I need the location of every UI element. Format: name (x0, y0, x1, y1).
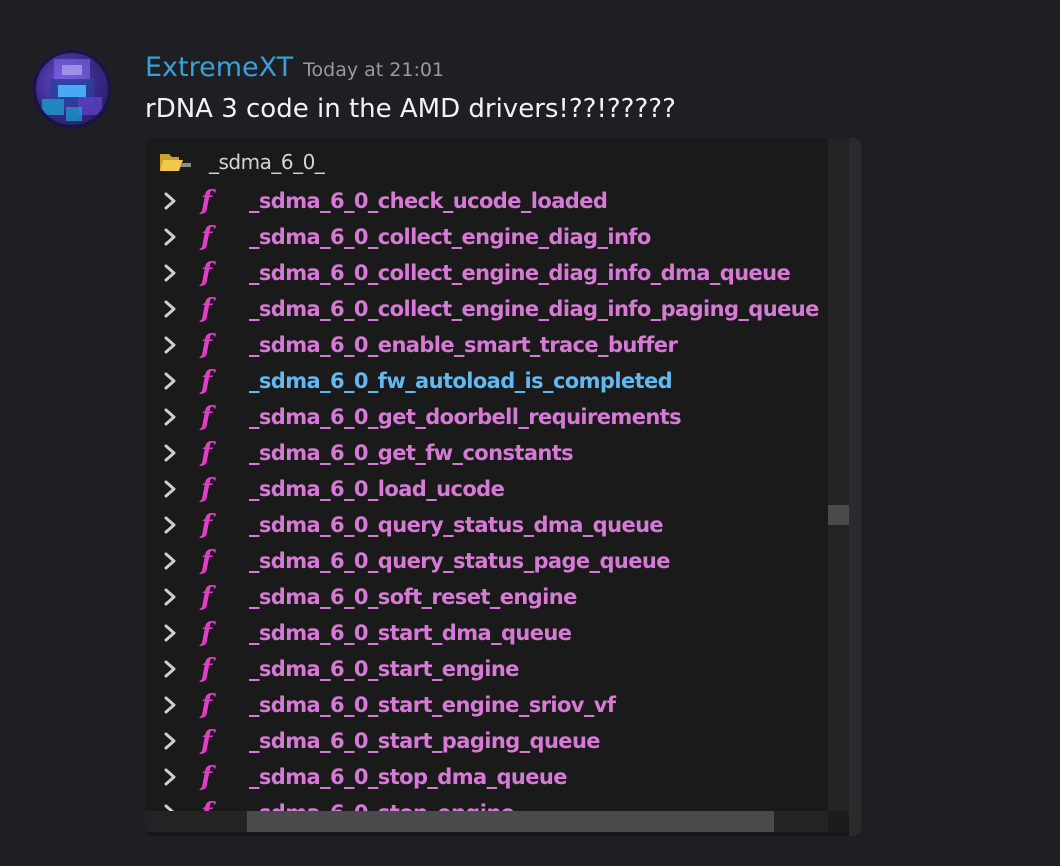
function-tree: _sdma_6_0_ f _sdma_6_0_check_ucode_loaded… (145, 138, 828, 811)
message-header: ExtremeXT Today at 21:01 (145, 52, 444, 88)
clipped-row (145, 138, 828, 142)
folder-label: _sdma_6_0_ (209, 150, 325, 174)
chevron-right-icon[interactable] (162, 514, 180, 536)
chevron-right-icon[interactable] (162, 730, 180, 752)
message-text: rDNA 3 code in the AMD drivers!??!????? (145, 94, 676, 124)
username[interactable]: ExtremeXT (145, 52, 293, 83)
tree-row[interactable]: f _sdma_6_0_collect_engine_diag_info (145, 219, 828, 255)
tree-row[interactable]: f _sdma_6_0_start_paging_queue (145, 723, 828, 759)
image-attachment[interactable]: _sdma_6_0_ f _sdma_6_0_check_ucode_loaded… (145, 138, 861, 836)
function-name[interactable]: _sdma_6_0_get_fw_constants (249, 435, 574, 471)
chevron-right-icon[interactable] (162, 658, 180, 680)
chevron-right-icon[interactable] (162, 334, 180, 356)
tree-row[interactable]: f _sdma_6_0_start_engine_sriov_vf (145, 687, 828, 723)
chevron-right-icon[interactable] (162, 586, 180, 608)
function-icon: f (201, 690, 213, 720)
function-icon: f (201, 582, 213, 612)
function-icon: f (201, 366, 213, 396)
function-name[interactable]: _sdma_6_0_fw_autoload_is_completed (249, 363, 673, 399)
vertical-scrollbar[interactable] (828, 138, 849, 811)
timestamp[interactable]: Today at 21:01 (303, 59, 444, 81)
chevron-right-icon[interactable] (162, 550, 180, 572)
tree-row[interactable]: f _sdma_6_0_query_status_page_queue (145, 543, 828, 579)
function-icon: f (201, 795, 212, 811)
vertical-scroll-thumb[interactable] (828, 505, 849, 525)
tree-row[interactable]: f _sdma_6_0_get_doorbell_requirements (145, 399, 828, 435)
function-name[interactable]: _sdma_6_0_get_doorbell_requirements (249, 399, 682, 435)
function-name[interactable]: _sdma_6_0_collect_engine_diag_info_pagin… (249, 291, 819, 327)
chevron-right-icon[interactable] (162, 406, 180, 428)
tree-row[interactable]: f _sdma_6_0_stop_engine (145, 795, 828, 811)
avatar-image-icon (32, 49, 112, 129)
function-icon: f (201, 186, 213, 216)
function-icon: f (201, 726, 213, 756)
tree-row[interactable]: f _sdma_6_0_query_status_dma_queue (145, 507, 828, 543)
chevron-right-icon[interactable] (162, 226, 180, 248)
function-icon: f (201, 546, 213, 576)
tree-row[interactable]: f _sdma_6_0_enable_smart_trace_buffer (145, 327, 828, 363)
function-icon: f (201, 474, 213, 504)
chevron-right-icon[interactable] (162, 190, 180, 212)
function-name[interactable]: _sdma_6_0_stop_engine (249, 795, 515, 811)
function-icon: f (201, 258, 213, 288)
function-name[interactable]: _sdma_6_0_start_paging_queue (249, 723, 601, 759)
function-icon: f (201, 294, 213, 324)
avatar[interactable] (32, 49, 112, 129)
chevron-right-icon[interactable] (162, 298, 180, 320)
chevron-right-icon[interactable] (162, 370, 180, 392)
function-name[interactable]: _sdma_6_0_start_engine (249, 651, 519, 687)
function-name[interactable]: _sdma_6_0_enable_smart_trace_buffer (249, 327, 678, 363)
chevron-right-icon[interactable] (162, 766, 180, 788)
function-name[interactable]: _sdma_6_0_load_ucode (249, 471, 505, 507)
folder-open-icon (160, 154, 191, 171)
chevron-right-icon[interactable] (162, 262, 180, 284)
function-icon: f (201, 510, 213, 540)
chevron-right-icon[interactable] (162, 694, 180, 716)
chevron-right-icon[interactable] (162, 802, 180, 811)
tree-row[interactable]: f _sdma_6_0_load_ucode (145, 471, 828, 507)
tree-row[interactable]: f _sdma_6_0_start_dma_queue (145, 615, 828, 651)
function-icon: f (201, 618, 213, 648)
tree-row[interactable]: f _sdma_6_0_collect_engine_diag_info_dma_… (145, 255, 828, 291)
function-icon: f (201, 222, 213, 252)
function-name[interactable]: _sdma_6_0_start_engine_sriov_vf (249, 687, 616, 723)
function-icon: f (201, 438, 213, 468)
chevron-right-icon[interactable] (162, 622, 180, 644)
function-name[interactable]: _sdma_6_0_collect_engine_diag_info_dma_q… (249, 255, 791, 291)
horizontal-scroll-thumb[interactable] (247, 811, 774, 832)
tree-row[interactable]: f _sdma_6_0_start_engine (145, 651, 828, 687)
chevron-right-icon[interactable] (162, 478, 180, 500)
chat-message: ExtremeXT Today at 21:01 rDNA 3 code in t… (0, 0, 1060, 866)
window-edge (849, 138, 861, 836)
function-icon: f (201, 330, 213, 360)
tree-row[interactable]: f _sdma_6_0_check_ucode_loaded (145, 183, 828, 219)
function-name[interactable]: _sdma_6_0_query_status_page_queue (249, 543, 670, 579)
tree-row[interactable]: f _sdma_6_0_get_fw_constants (145, 435, 828, 471)
horizontal-scrollbar[interactable] (145, 811, 828, 832)
function-name[interactable]: _sdma_6_0_collect_engine_diag_info (249, 219, 651, 255)
function-icon: f (201, 762, 213, 792)
function-name[interactable]: _sdma_6_0_start_dma_queue (249, 615, 572, 651)
tree-row[interactable]: f _sdma_6_0_fw_autoload_is_completed (145, 363, 828, 399)
function-icon: f (201, 402, 213, 432)
tree-row[interactable]: f _sdma_6_0_soft_reset_engine (145, 579, 828, 615)
function-name[interactable]: _sdma_6_0_check_ucode_loaded (249, 183, 608, 219)
folder-row: _sdma_6_0_ (159, 148, 325, 176)
tree-row[interactable]: f _sdma_6_0_collect_engine_diag_info_pagi… (145, 291, 828, 327)
function-icon: f (201, 654, 213, 684)
tree-row[interactable]: f _sdma_6_0_stop_dma_queue (145, 759, 828, 795)
function-name[interactable]: _sdma_6_0_stop_dma_queue (249, 759, 568, 795)
scrollbar-corner (828, 811, 849, 832)
function-name[interactable]: _sdma_6_0_query_status_dma_queue (249, 507, 664, 543)
function-name[interactable]: _sdma_6_0_soft_reset_engine (249, 579, 577, 615)
chevron-right-icon[interactable] (162, 442, 180, 464)
